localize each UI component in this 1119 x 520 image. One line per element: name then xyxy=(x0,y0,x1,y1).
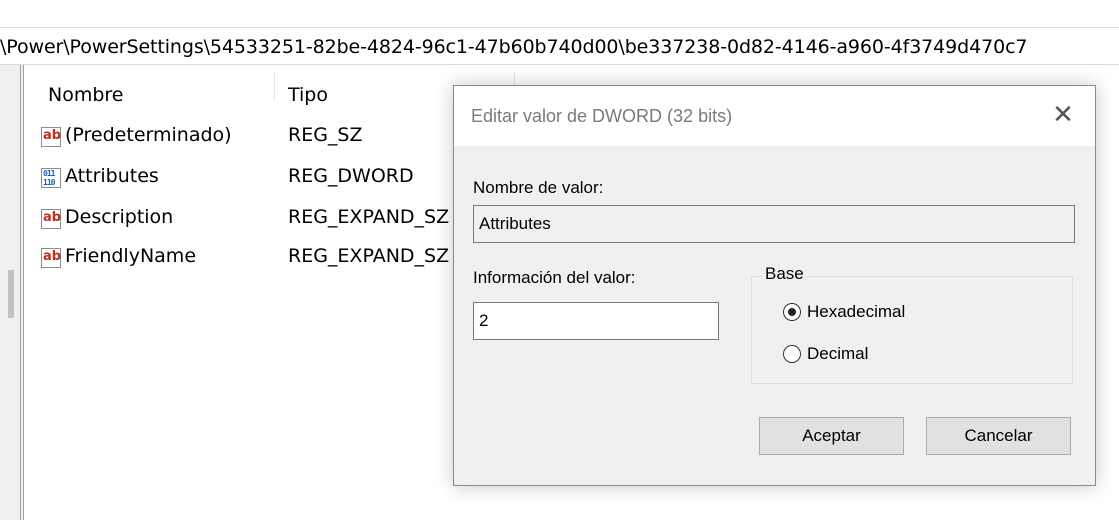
cancel-button[interactable]: Cancelar xyxy=(926,417,1071,455)
value-data-input[interactable]: 2 xyxy=(473,302,719,340)
value-type: REG_DWORD xyxy=(288,165,414,187)
dialog-title-bar[interactable]: Editar valor de DWORD (32 bits) ✕ xyxy=(454,86,1095,146)
value-name: Attributes xyxy=(65,165,159,187)
address-bar[interactable]: \Power\PowerSettings\54533251-82be-4824-… xyxy=(0,27,1119,65)
ok-button[interactable]: Aceptar xyxy=(759,417,904,455)
value-data-label: Información del valor: xyxy=(473,268,636,287)
binary-value-icon: 011 110 xyxy=(41,168,61,188)
column-separator[interactable] xyxy=(274,72,275,100)
value-name: FriendlyName xyxy=(65,245,197,267)
close-icon[interactable]: ✕ xyxy=(1050,102,1076,128)
radio-circle xyxy=(783,345,801,363)
radio-label: Hexadecimal xyxy=(807,302,906,321)
base-group-label: Base xyxy=(761,264,808,284)
dialog-title: Editar valor de DWORD (32 bits) xyxy=(471,106,733,126)
radio-hexadecimal[interactable]: Hexadecimal xyxy=(783,300,1003,326)
window-top-strip xyxy=(0,0,1119,27)
radio-circle xyxy=(783,303,801,321)
radio-selected-dot xyxy=(787,307,796,316)
string-value-icon: ab xyxy=(41,127,61,147)
address-path: \Power\PowerSettings\54533251-82be-4824-… xyxy=(0,36,1028,58)
value-name-field[interactable]: Attributes xyxy=(473,205,1075,243)
string-value-icon: ab xyxy=(41,248,61,268)
value-type: REG_SZ xyxy=(288,124,363,146)
edit-dword-dialog: Editar valor de DWORD (32 bits) ✕ Nombre… xyxy=(453,85,1096,486)
pane-divider-line xyxy=(23,65,24,520)
pane-divider[interactable] xyxy=(20,65,21,520)
radio-label: Decimal xyxy=(807,344,869,363)
value-type: REG_EXPAND_SZ xyxy=(288,206,450,228)
column-header-name[interactable]: Nombre xyxy=(48,84,124,106)
value-name: (Predeterminado) xyxy=(65,124,232,146)
string-value-icon: ab xyxy=(41,209,61,229)
scrollbar-thumb[interactable] xyxy=(8,270,14,318)
value-type: REG_EXPAND_SZ xyxy=(288,245,450,267)
radio-decimal[interactable]: Decimal xyxy=(783,342,1003,368)
tree-pane-edge xyxy=(0,65,24,520)
value-name: Description xyxy=(65,206,174,228)
value-name-label: Nombre de valor: xyxy=(473,178,604,197)
column-header-type[interactable]: Tipo xyxy=(288,84,328,106)
